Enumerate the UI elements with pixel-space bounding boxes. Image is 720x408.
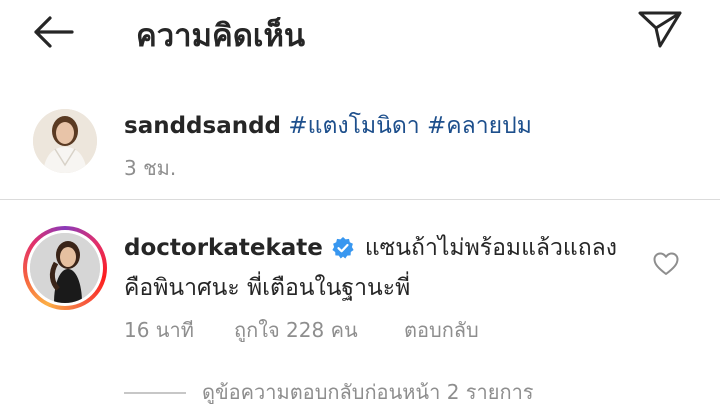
caption-text: sanddsandd #แตงโมนิดา #คลายปม xyxy=(124,108,532,144)
caption-timestamp: 3 ชม. xyxy=(124,156,177,180)
replies-divider-line xyxy=(124,392,186,394)
comment-first-line: doctorkatekate แซนถ้าไม่พร้อมแล้วแถลง xyxy=(124,230,617,266)
comment-text-line1: แซนถ้าไม่พร้อมแล้วแถลง xyxy=(364,235,617,261)
page-title: ความคิดเห็น xyxy=(136,18,306,54)
caption-avatar[interactable] xyxy=(33,109,97,173)
back-arrow-icon[interactable] xyxy=(28,12,78,52)
comment-text-line2: คือพินาศนะ พี่เตือนในฐานะพี่ xyxy=(124,275,411,301)
view-previous-replies-button[interactable]: ดูข้อความตอบกลับก่อนหน้า 2 รายการ xyxy=(202,376,534,408)
comment-like-count[interactable]: ถูกใจ 228 คน xyxy=(234,314,358,346)
comment-timestamp: 16 นาที xyxy=(124,318,194,342)
verified-badge-icon xyxy=(332,237,354,259)
comment-username[interactable]: doctorkatekate xyxy=(124,235,323,261)
commenter-avatar xyxy=(30,233,100,303)
commenter-avatar-story-ring[interactable] xyxy=(23,226,107,310)
like-heart-icon[interactable] xyxy=(652,250,680,278)
send-icon[interactable] xyxy=(634,8,686,50)
caption-username[interactable]: sanddsandd xyxy=(124,113,281,139)
caption-hashtags[interactable]: #แตงโมนิดา #คลายปม xyxy=(288,113,532,139)
reply-button[interactable]: ตอบกลับ xyxy=(404,314,479,346)
divider xyxy=(0,199,720,200)
